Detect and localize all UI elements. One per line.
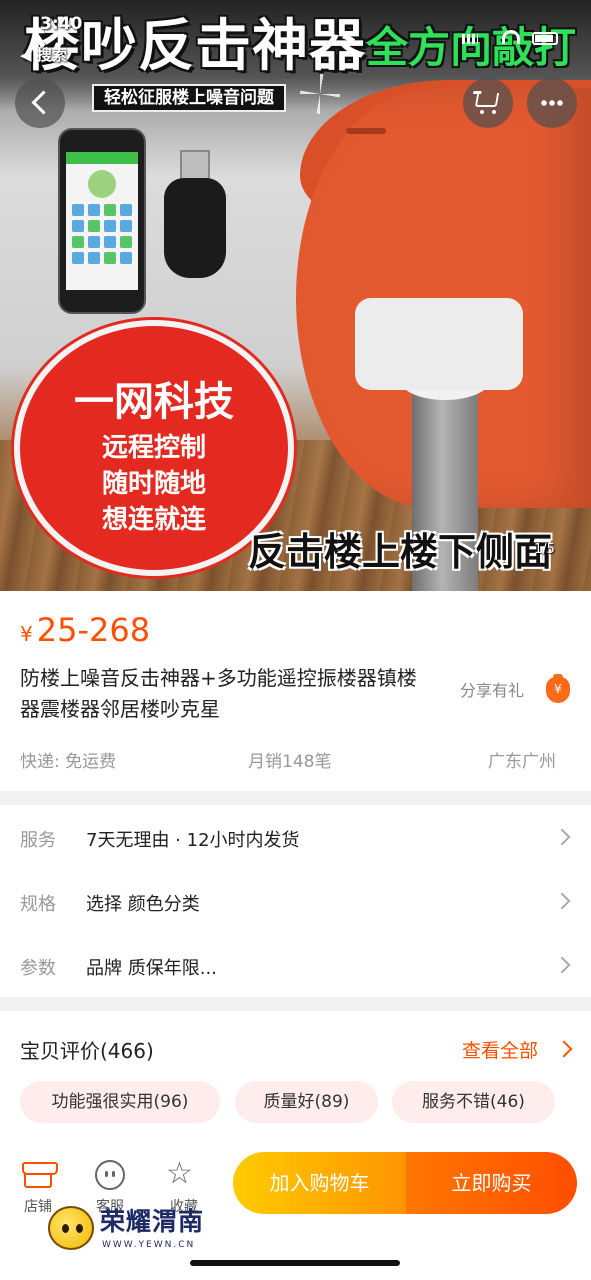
back-button[interactable]: [15, 78, 65, 128]
spec-row-params[interactable]: 参数 品牌 质保年限...: [0, 933, 591, 997]
store-icon: [22, 1162, 58, 1188]
more-button[interactable]: [527, 78, 577, 128]
spec-value: 品牌 质保年限...: [86, 958, 217, 979]
phone-illustration: [58, 128, 146, 314]
chevron-right-icon: [553, 828, 571, 846]
review-tag[interactable]: 功能强很实用(96): [20, 1081, 220, 1123]
image-counter: 1/5: [534, 542, 555, 557]
badge-line-1: 远程控制: [101, 433, 206, 463]
hero-subline: 轻松征服楼上噪音问题: [92, 84, 286, 112]
product-price: ¥25-268: [20, 611, 150, 649]
chevron-right-icon[interactable]: [555, 1040, 573, 1058]
home-indicator[interactable]: [190, 1260, 400, 1266]
star-icon: ☆: [166, 1156, 193, 1191]
spec-value: 选择 颜色分类: [86, 894, 200, 915]
device-mount: [355, 298, 523, 390]
review-tag[interactable]: 质量好(89): [235, 1081, 378, 1123]
reviews-title: 宝贝评价(466): [20, 1039, 154, 1063]
add-to-cart-button[interactable]: 加入购物车: [233, 1152, 406, 1214]
spec-row-service[interactable]: 服务 7天无理由 · 12小时内发货: [0, 805, 591, 869]
cart-button[interactable]: [463, 78, 513, 128]
cart-wheel-icon: [480, 110, 484, 114]
chat-face-icon: [95, 1160, 125, 1190]
view-all-reviews-link[interactable]: 查看全部: [462, 1036, 538, 1063]
ship-from-location: 广东广州: [488, 752, 556, 772]
spec-key: 规格: [20, 894, 56, 915]
badge-title: 一网科技: [74, 379, 234, 425]
share-button[interactable]: 分享有礼: [460, 677, 524, 701]
spec-key: 参数: [20, 958, 56, 979]
status-time: 3:40: [40, 14, 83, 34]
battery-icon: [532, 32, 558, 45]
money-bag-icon[interactable]: ¥: [546, 674, 570, 703]
hero-bottom-caption: 反击楼上楼下侧面: [248, 530, 553, 574]
wifi-icon: [502, 30, 520, 44]
product-title: 防楼上噪音反击神器+多功能遥控振楼器镇楼器震楼器邻居楼吵克星: [20, 666, 417, 721]
usb-dongle: [164, 178, 226, 278]
cart-wheel-icon: [492, 110, 496, 114]
device-vent: [346, 128, 386, 134]
more-dots-icon: [540, 100, 564, 106]
watermark-url: WWW.YEWN.CN: [102, 1240, 196, 1250]
watermark-name: 荣耀渭南: [100, 1207, 205, 1236]
spec-key: 服务: [20, 830, 56, 851]
buy-now-button[interactable]: 立即购买: [406, 1152, 577, 1214]
reviews-card: 宝贝评价(466) 查看全部 功能强很实用(96) 质量好(89) 服务不错(4…: [0, 1011, 591, 1146]
spec-value: 7天无理由 · 12小时内发货: [86, 830, 300, 851]
signal-icon: [462, 34, 478, 44]
bee-mascot-icon: [48, 1206, 94, 1250]
shipping-info: 快递: 免运费: [20, 752, 117, 772]
chevron-right-icon: [553, 892, 571, 910]
phone-screen: [66, 152, 138, 290]
product-info-card: ¥25-268 防楼上噪音反击神器+多功能遥控振楼器镇楼器震楼器邻居楼吵克星 分…: [0, 591, 591, 791]
price-currency: ¥: [20, 622, 33, 646]
status-back-to-app[interactable]: ◀ 搜索: [20, 44, 67, 65]
badge-line-2: 随时随地: [101, 469, 206, 499]
spec-card: 服务 7天无理由 · 12小时内发货 规格 选择 颜色分类 参数 品牌 质保年限…: [0, 805, 591, 997]
cart-icon: [474, 93, 500, 107]
spec-row-sku[interactable]: 规格 选择 颜色分类: [0, 869, 591, 933]
price-value: 25-268: [36, 611, 151, 649]
status-indicators: [462, 28, 572, 48]
monthly-sales: 月销148笔: [248, 752, 332, 772]
review-tag[interactable]: 服务不错(46): [392, 1081, 555, 1123]
watermark-logo: 荣耀渭南 WWW.YEWN.CN: [48, 1204, 208, 1256]
chevron-right-icon: [553, 956, 571, 974]
spark-icon: [300, 74, 340, 114]
